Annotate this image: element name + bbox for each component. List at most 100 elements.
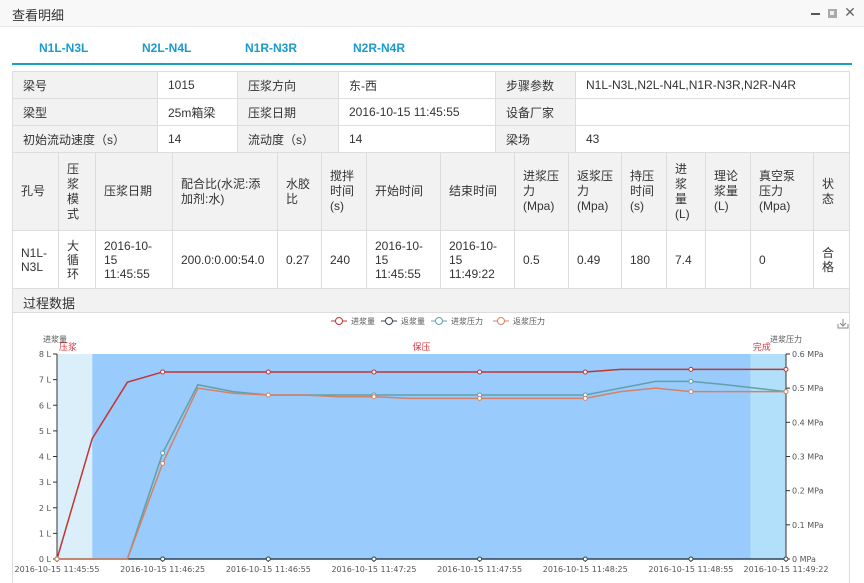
- data-point: [688, 556, 694, 562]
- tab-n1r-n3r[interactable]: N1R-N3R: [245, 41, 297, 55]
- data-point: [783, 556, 789, 562]
- y-left-tick-label: 1 L: [39, 529, 52, 538]
- data-point: [582, 369, 588, 375]
- table-cell: 200.0:0.00:54.0: [172, 230, 278, 289]
- info-label: 步骤参数: [495, 71, 576, 99]
- section-title: 过程数据: [23, 297, 76, 312]
- x-tick-label: 2016-10-15 11:48:55: [648, 565, 733, 574]
- legend-label: 返浆压力: [513, 316, 545, 326]
- window-titlebar: 查看明细 ✕: [0, 0, 864, 27]
- y-left-tick-label: 0 L: [39, 555, 52, 564]
- legend-item[interactable]: 返浆量: [381, 316, 425, 326]
- x-tick-label: 2016-10-15 11:46:55: [226, 565, 311, 574]
- y-right-tick-label: 0.3 MPa: [792, 453, 824, 462]
- process-chart-container: 压浆 保压 完成 0 L1 L2 L3 L4 L5 L6 L7 L8 L 进浆量 0 M…: [12, 312, 850, 583]
- info-label: 梁号: [12, 71, 158, 99]
- data-point: [265, 556, 271, 562]
- data-point: [477, 369, 483, 375]
- x-tick-label: 2016-10-15 11:47:25: [331, 565, 416, 574]
- info-value: 43: [575, 125, 850, 153]
- info-label: 流动度（s）: [237, 125, 339, 153]
- tab-n2r-n4r[interactable]: N2R-N4R: [353, 41, 405, 55]
- data-point: [371, 369, 377, 375]
- info-value: 25m箱梁: [157, 98, 238, 126]
- download-icon[interactable]: [837, 319, 849, 329]
- info-value: 14: [157, 125, 238, 153]
- info-label: 梁场: [495, 125, 576, 153]
- y-left-tick-label: 8 L: [39, 350, 52, 359]
- data-point: [265, 392, 271, 398]
- y-left-tick-label: 3 L: [39, 478, 52, 487]
- minimize-button[interactable]: [809, 6, 823, 20]
- x-tick-label: 2016-10-15 11:47:55: [437, 565, 522, 574]
- data-point: [783, 389, 789, 395]
- mark-area-label: 保压: [412, 341, 430, 353]
- table-cell: 2016-10-15 11:45:55: [366, 230, 441, 289]
- column-header: 压浆模式: [58, 152, 96, 231]
- table-cell: 0.27: [277, 230, 322, 289]
- table-cell: 240: [321, 230, 367, 289]
- data-point: [160, 369, 166, 375]
- info-value: [575, 98, 850, 126]
- data-point: [371, 394, 377, 400]
- column-header: 搅拌时间(s): [321, 152, 367, 231]
- column-header: 孔号: [12, 152, 59, 231]
- table-cell: 大循环: [58, 230, 96, 289]
- table-cell: 2016-10-15 11:49:22: [440, 230, 515, 289]
- data-point: [582, 395, 588, 401]
- table-cell: 0: [750, 230, 814, 289]
- column-header: 结束时间: [440, 152, 515, 231]
- table-cell: [705, 230, 751, 289]
- column-header: 返浆压力(Mpa): [568, 152, 622, 231]
- y-left-tick-label: 4 L: [39, 453, 52, 462]
- data-point: [265, 369, 271, 375]
- column-header: 开始时间: [366, 152, 441, 231]
- legend-item[interactable]: 进浆压力: [431, 316, 483, 326]
- mark-area-label: 完成: [753, 341, 771, 353]
- data-point: [477, 395, 483, 401]
- y-left-tick-label: 6 L: [39, 401, 52, 410]
- info-value: 14: [338, 125, 496, 153]
- data-point: [783, 366, 789, 372]
- info-value: 2016-10-15 11:45:55: [338, 98, 496, 126]
- column-header: 进浆压力(Mpa): [514, 152, 569, 231]
- column-header: 真空泵压力(Mpa): [750, 152, 814, 231]
- table-cell: 0.49: [568, 230, 622, 289]
- close-button[interactable]: ✕: [843, 6, 857, 20]
- data-point: [582, 556, 588, 562]
- hole-tabs: N1L-N3L N2L-N4L N1R-N3R N2R-N4R: [12, 27, 852, 65]
- info-label: 压浆方向: [237, 71, 339, 99]
- info-row: 初始流动速度（s） 14 流动度（s） 14 梁场 43: [12, 125, 850, 153]
- info-value: N1L-N3L,N2L-N4L,N1R-N3R,N2R-N4R: [575, 71, 850, 99]
- info-row: 梁型 25m箱梁 压浆日期 2016-10-15 11:45:55 设备厂家: [12, 98, 850, 126]
- detail-header-row: 孔号 压浆模式 压浆日期 配合比(水泥:添加剂:水) 水胶比 搅拌时间(s) 开…: [12, 152, 850, 231]
- legend-symbol: [335, 317, 343, 325]
- maximize-button[interactable]: [825, 6, 839, 20]
- y-right-axis-title: 进浆压力: [770, 334, 802, 344]
- tab-n2l-n4l[interactable]: N2L-N4L: [142, 41, 191, 55]
- table-cell: 180: [621, 230, 667, 289]
- mark-area-保压: [92, 354, 751, 559]
- tab-n1l-n3l[interactable]: N1L-N3L: [39, 41, 88, 55]
- y-left-tick-label: 5 L: [39, 427, 52, 436]
- info-label: 梁型: [12, 98, 158, 126]
- legend-label: 进浆压力: [451, 316, 483, 326]
- column-header: 水胶比: [277, 152, 322, 231]
- y-right-tick-label: 0.1 MPa: [792, 521, 824, 530]
- info-row: 梁号 1015 压浆方向 东-西 步骤参数 N1L-N3L,N2L-N4L,N1…: [12, 71, 850, 99]
- column-header: 配合比(水泥:添加剂:水): [172, 152, 278, 231]
- y-left-tick-label: 2 L: [39, 504, 52, 513]
- legend-label: 返浆量: [401, 316, 425, 326]
- data-point: [371, 556, 377, 562]
- process-data-header: 过程数据: [12, 288, 850, 313]
- legend-item[interactable]: 返浆压力: [493, 316, 545, 326]
- table-cell: 2016-10-15 11:45:55: [95, 230, 173, 289]
- table-row: N1L-N3L 大循环 2016-10-15 11:45:55 200.0:0.…: [12, 230, 850, 289]
- column-header: 持压时间(s): [621, 152, 667, 231]
- info-label: 设备厂家: [495, 98, 576, 126]
- mark-area-完成: [750, 354, 786, 559]
- legend-item[interactable]: 进浆量: [331, 316, 375, 326]
- legend-symbol: [435, 317, 443, 325]
- data-point: [160, 556, 166, 562]
- y-right-tick-label: 0 MPa: [792, 555, 816, 564]
